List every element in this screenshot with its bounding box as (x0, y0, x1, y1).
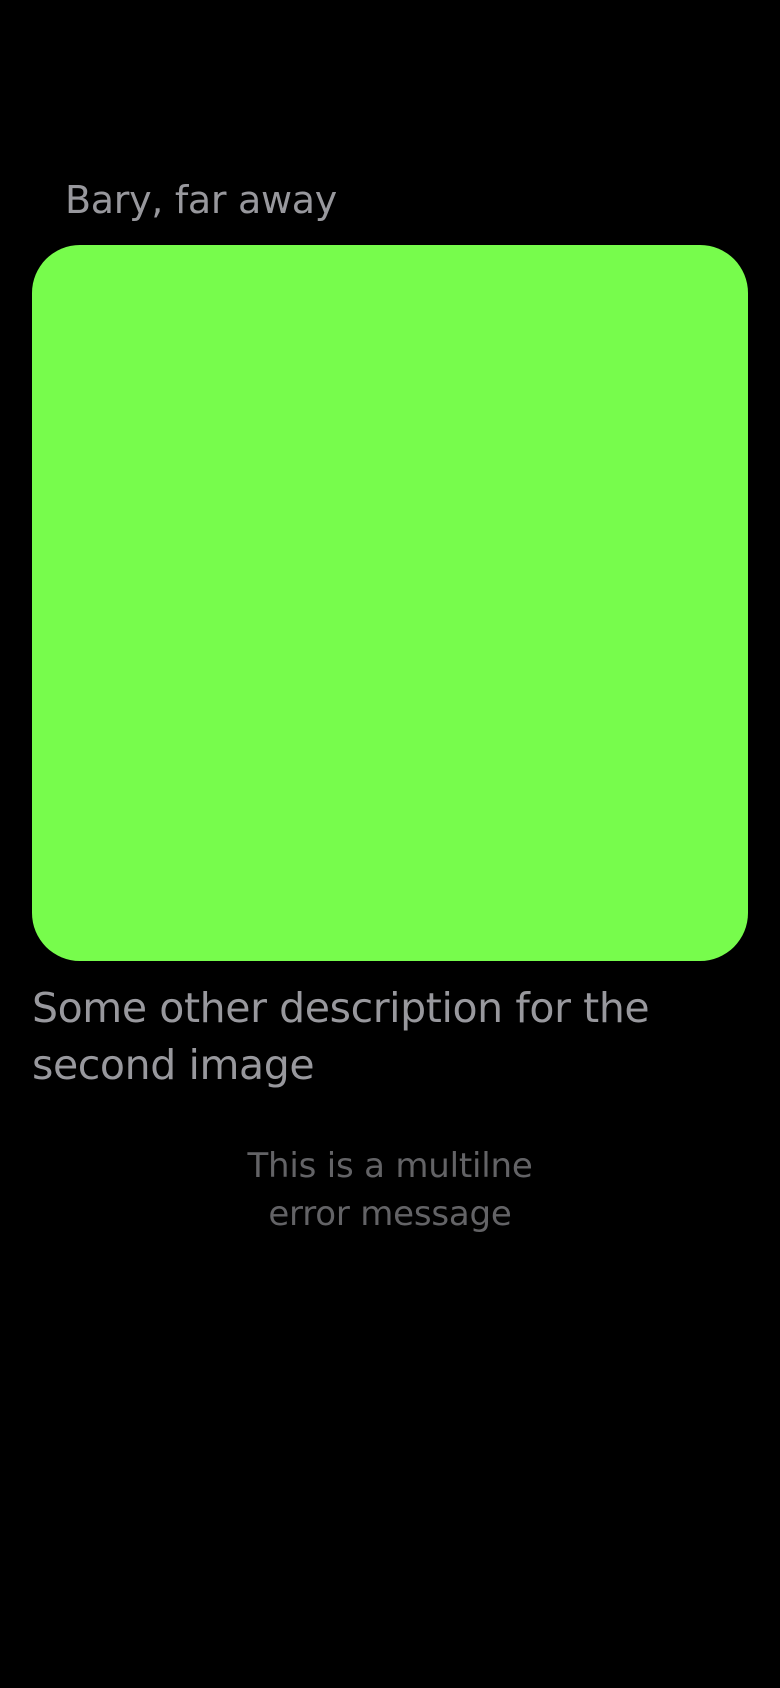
image-placeholder[interactable] (32, 245, 748, 961)
section-title: Bary, far away (65, 178, 337, 222)
error-message: This is a multilne error message (247, 1146, 533, 1234)
image-description: Some other description for the second im… (32, 984, 650, 1089)
screen: Bary, far away Some other description fo… (0, 0, 780, 1688)
